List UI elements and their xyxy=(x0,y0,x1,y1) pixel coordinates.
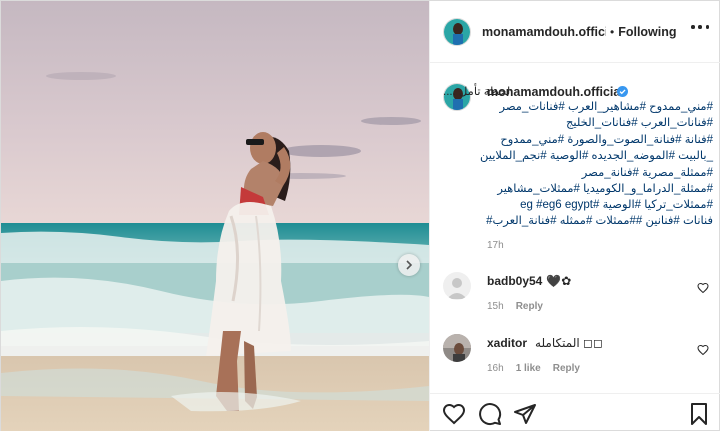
comment-item: badb0y54 🖤✿ 15h Reply xyxy=(443,272,713,316)
commenter-avatar[interactable] xyxy=(443,272,471,300)
paper-plane-icon[interactable] xyxy=(513,402,537,426)
comment-time[interactable]: 16h xyxy=(487,363,504,374)
post-header: monamamdouh.officia • Following xyxy=(430,1,720,63)
chevron-right-icon xyxy=(406,260,413,270)
comment-like-heart-icon[interactable] xyxy=(697,344,709,356)
comment-text: المتكامله ◻◻ xyxy=(535,336,603,350)
caption-hashtags[interactable]: #مني_ممدوح #مشاهير_العرب #فنانات_مصر xyxy=(499,100,713,114)
author-avatar[interactable] xyxy=(443,17,471,46)
caption-hashtags[interactable]: #ممثلة_مصرية #فنانة_مصر xyxy=(582,166,713,180)
next-photo-button[interactable] xyxy=(398,254,420,276)
comment-username[interactable]: xaditor المتكامله ◻◻ xyxy=(487,336,603,350)
bookmark-icon[interactable] xyxy=(687,402,711,426)
comment-meta: 15h Reply xyxy=(487,301,543,312)
caption-hashtags[interactable]: فنانات #فنانين ##ممثلات #ممثله #فنانة_ال… xyxy=(486,214,713,228)
following-button[interactable]: Following xyxy=(618,25,676,39)
separator-dot: • xyxy=(610,24,615,39)
caption-hashtags[interactable]: #ممثلة_الدراما_و_الكوميديا #ممثلات_مشاهي… xyxy=(497,182,713,196)
ellipsis-icon[interactable] xyxy=(691,25,709,31)
comment-time[interactable]: 15h xyxy=(487,301,504,312)
heart-icon[interactable] xyxy=(442,402,466,426)
caption-timestamp[interactable]: 17h xyxy=(487,240,504,251)
instagram-post: monamamdouh.officia • Following monamamd… xyxy=(0,0,720,431)
comment-likes[interactable]: 1 like xyxy=(516,363,541,374)
comment-like-heart-icon[interactable] xyxy=(697,282,709,294)
caption-hashtags[interactable]: _بالبيت #الموضه_الجديده #الوصية #نجم_الم… xyxy=(480,149,713,163)
reply-button[interactable]: Reply xyxy=(516,301,543,312)
caption-hashtags[interactable]: #ممثلات_تركيا #الوصية #eg #eg6 egypt xyxy=(520,198,713,212)
comment-username[interactable]: badb0y54 🖤✿ xyxy=(487,274,571,288)
caption-hashtags[interactable]: #فنانة #فنانة_الصوت_والصورة #مني_ممدوح xyxy=(500,133,713,147)
commenter-avatar[interactable] xyxy=(443,334,471,362)
post-photo[interactable] xyxy=(1,1,429,431)
reply-button[interactable]: Reply xyxy=(553,363,580,374)
comment-text: 🖤✿ xyxy=(546,274,572,288)
comment-meta: 16h 1 like Reply xyxy=(487,363,580,374)
comment-item: xaditor المتكامله ◻◻ 16h 1 like Reply xyxy=(443,334,713,378)
caption-line: لحظة تأمل .... xyxy=(443,86,511,98)
author-username[interactable]: monamamdouh.officia xyxy=(482,25,606,39)
caption-hashtags[interactable]: #فنانات_العرب #فنانات_الخليج xyxy=(566,116,713,130)
beach-photo xyxy=(1,1,429,431)
post-side-panel: monamamdouh.officia • Following monamamd… xyxy=(429,1,720,431)
comment-icon[interactable] xyxy=(478,402,502,426)
action-bar xyxy=(430,393,720,431)
